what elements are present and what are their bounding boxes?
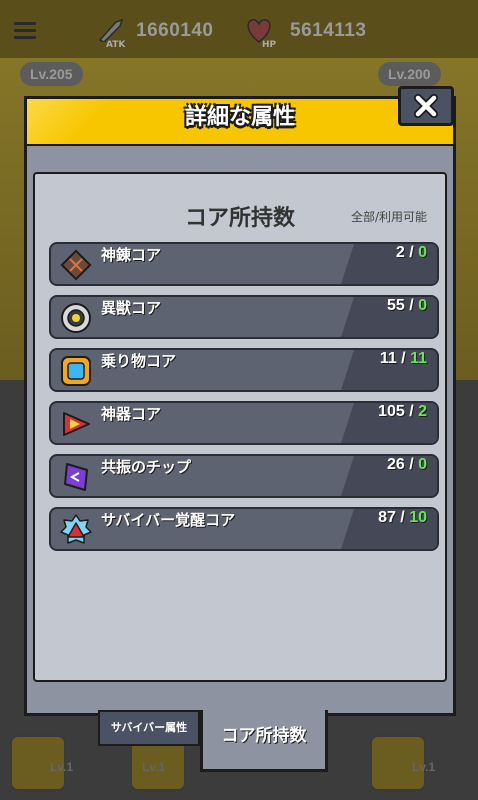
modal-title: 詳細な属性 xyxy=(184,105,295,130)
top-stat-bar xyxy=(0,0,478,58)
tab-survivor-attributes[interactable]: サバイバー属性 xyxy=(98,710,200,746)
core-count: 87 / 10 xyxy=(378,509,427,526)
artifact-core-icon xyxy=(63,412,90,436)
core-label: 神錬コア xyxy=(101,246,162,264)
core-label: サバイバー覚醒コア xyxy=(101,511,236,529)
core-row-shinren[interactable]: 神錬コア 2 / 0 xyxy=(49,242,439,286)
core-row-artifact[interactable]: 神器コア 105 / 2 xyxy=(49,401,439,445)
close-button[interactable] xyxy=(398,86,454,126)
survivor-awaken-core-icon xyxy=(60,514,92,544)
left-level-badge: Lv.205 xyxy=(20,62,83,86)
close-icon xyxy=(414,94,438,118)
core-count: 55 / 0 xyxy=(386,297,427,314)
menu-icon[interactable] xyxy=(14,22,36,40)
core-row-beast[interactable]: 異獣コア 55 / 0 xyxy=(49,295,439,339)
atk-label: ATK xyxy=(106,40,126,50)
core-label: 共振のチップ xyxy=(101,458,192,476)
core-list: 神錬コア 2 / 0 異獣コア 55 / 0 乗り物コア 11 / 11 神器コ… xyxy=(49,242,439,560)
core-label: 異獣コア xyxy=(101,299,162,317)
shinren-core-icon xyxy=(60,249,92,281)
tab-core-count[interactable]: コア所持数 xyxy=(200,710,328,772)
core-count: 105 / 2 xyxy=(378,403,427,420)
core-row-resonance[interactable]: 共振のチップ 26 / 0 xyxy=(49,454,439,498)
attributes-modal: 詳細な属性 コア所持数 全部/利用可能 神錬コア 2 / 0 異獣コア 55 /… xyxy=(24,86,456,716)
core-count: 26 / 0 xyxy=(386,456,427,473)
core-label: 神器コア xyxy=(101,405,162,423)
core-label: 乗り物コア xyxy=(101,352,177,370)
hp-value: 5614113 xyxy=(290,20,367,41)
core-row-vehicle[interactable]: 乗り物コア 11 / 11 xyxy=(49,348,439,392)
core-row-survivor-awaken[interactable]: サバイバー覚醒コア 87 / 10 xyxy=(49,507,439,551)
core-count: 11 / 11 xyxy=(379,350,427,367)
background-level: Lv.1 xyxy=(50,760,74,774)
vehicle-core-icon xyxy=(61,356,91,386)
core-count-panel: コア所持数 全部/利用可能 神錬コア 2 / 0 異獣コア 55 / 0 乗り物… xyxy=(33,172,447,682)
beast-core-icon xyxy=(61,303,91,333)
core-count: 2 / 0 xyxy=(395,244,427,261)
modal-header: 詳細な属性 xyxy=(24,96,456,148)
resonance-chip-icon xyxy=(64,463,88,491)
right-level-badge: Lv.200 xyxy=(378,62,441,86)
modal-body: コア所持数 全部/利用可能 神錬コア 2 / 0 異獣コア 55 / 0 乗り物… xyxy=(24,146,456,716)
sword-icon xyxy=(98,18,124,42)
hp-label: HP xyxy=(262,40,277,50)
modal-tabs: サバイバー属性 コア所持数 xyxy=(98,710,478,772)
atk-value: 1660140 xyxy=(136,20,214,41)
section-subtitle: 全部/利用可能 xyxy=(350,210,427,224)
